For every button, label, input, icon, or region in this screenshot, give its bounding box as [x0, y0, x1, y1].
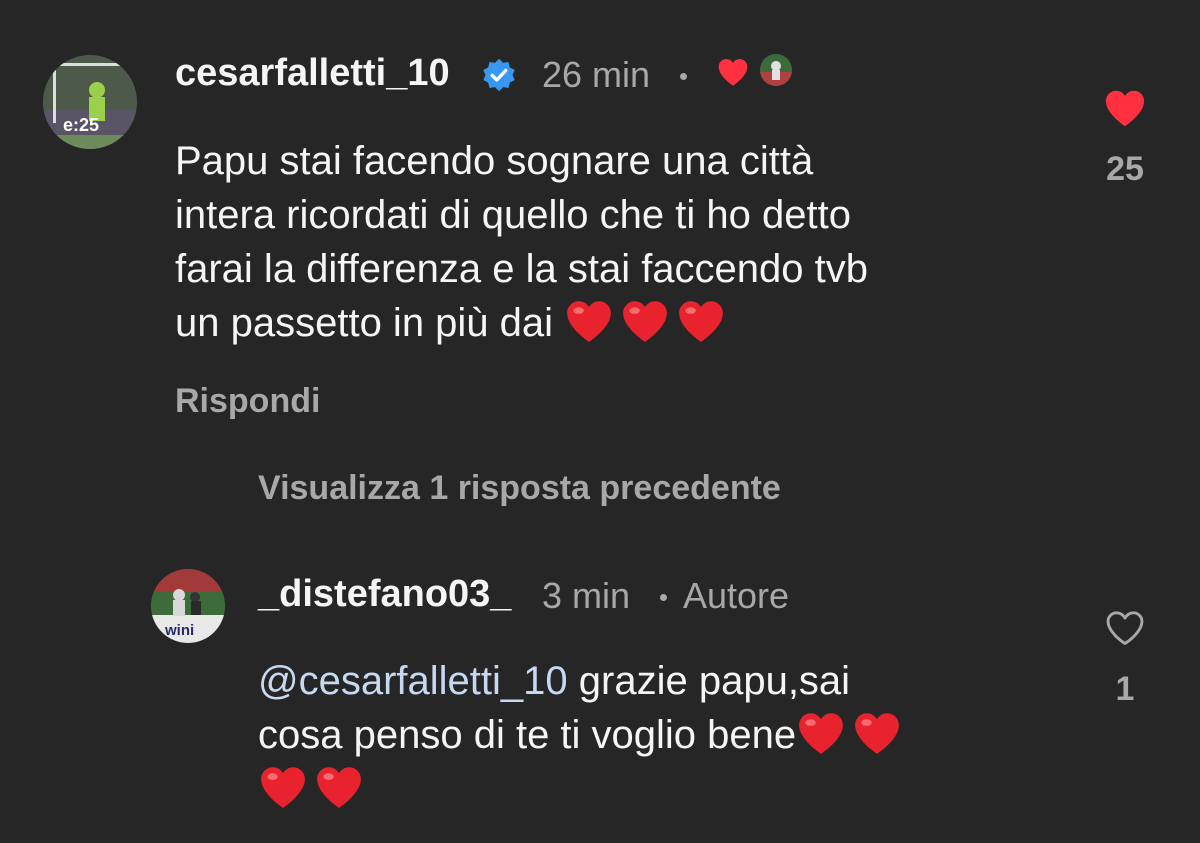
view-previous-replies-button[interactable]: Visualizza 1 risposta precedente [258, 469, 781, 508]
reply-body: @cesarfalletti_10 grazie papu,sai cosa p… [258, 654, 908, 816]
reply-avatar[interactable]: wini [151, 569, 225, 643]
author-liked-heart-icon [718, 59, 748, 86]
like-heart-filled-icon[interactable] [1103, 88, 1147, 128]
comment-line-4: un passetto in più dai [175, 296, 868, 350]
red-heart-emoji-icon [623, 301, 668, 342]
reply-line-3 [258, 762, 908, 816]
author-label: Autore [683, 575, 790, 616]
reply-text: grazie papu,sai [567, 659, 851, 703]
comment-line: farai la differenza e la stai faccendo t… [175, 247, 869, 291]
like-heart-outline-icon[interactable] [1104, 609, 1146, 647]
reply-like-count: 1 [1115, 670, 1135, 708]
comment-body: Papu stai facendo sognare una città inte… [175, 134, 868, 350]
red-heart-emoji-icon [317, 767, 361, 808]
reply-line-1: @cesarfalletti_10 grazie papu,sai [258, 654, 908, 708]
comment-line: intera ricordati di quello che ti ho det… [175, 193, 851, 237]
reply-line-2: cosa penso di te ti voglio bene [258, 708, 908, 762]
comment-line: un passetto in più dai [175, 301, 554, 345]
svg-text:wini: wini [164, 622, 194, 639]
separator-dot [680, 73, 687, 80]
comments-thread: e:25 cesarfalletti_10 26 min Papu stai f… [0, 0, 1200, 843]
red-heart-emoji-icon [855, 713, 900, 754]
comment-timestamp: 26 min [542, 54, 651, 95]
red-heart-emoji-icon [261, 767, 305, 808]
reply-text: cosa penso di te ti voglio bene [258, 713, 797, 757]
like-count: 25 [1106, 150, 1144, 188]
red-heart-emoji-icon [567, 301, 612, 342]
reply-button[interactable]: Rispondi [175, 382, 320, 421]
verified-badge-icon [483, 58, 515, 92]
comment-username[interactable]: cesarfalletti_10 [175, 52, 450, 95]
mention-link[interactable]: @cesarfalletti_10 [258, 659, 568, 703]
heart-emojis [564, 301, 732, 345]
svg-text:e:25: e:25 [63, 115, 99, 135]
red-heart-emoji-icon [799, 713, 844, 754]
author-avatar-mini [760, 54, 792, 86]
reply-timestamp: 3 min [542, 575, 631, 616]
red-heart-emoji-icon [679, 301, 724, 342]
separator-dot [660, 594, 667, 601]
reply-username[interactable]: _distefano03_ [258, 573, 511, 616]
avatar[interactable]: e:25 [43, 55, 137, 149]
comment-line: Papu stai facendo sognare una città [175, 139, 814, 183]
